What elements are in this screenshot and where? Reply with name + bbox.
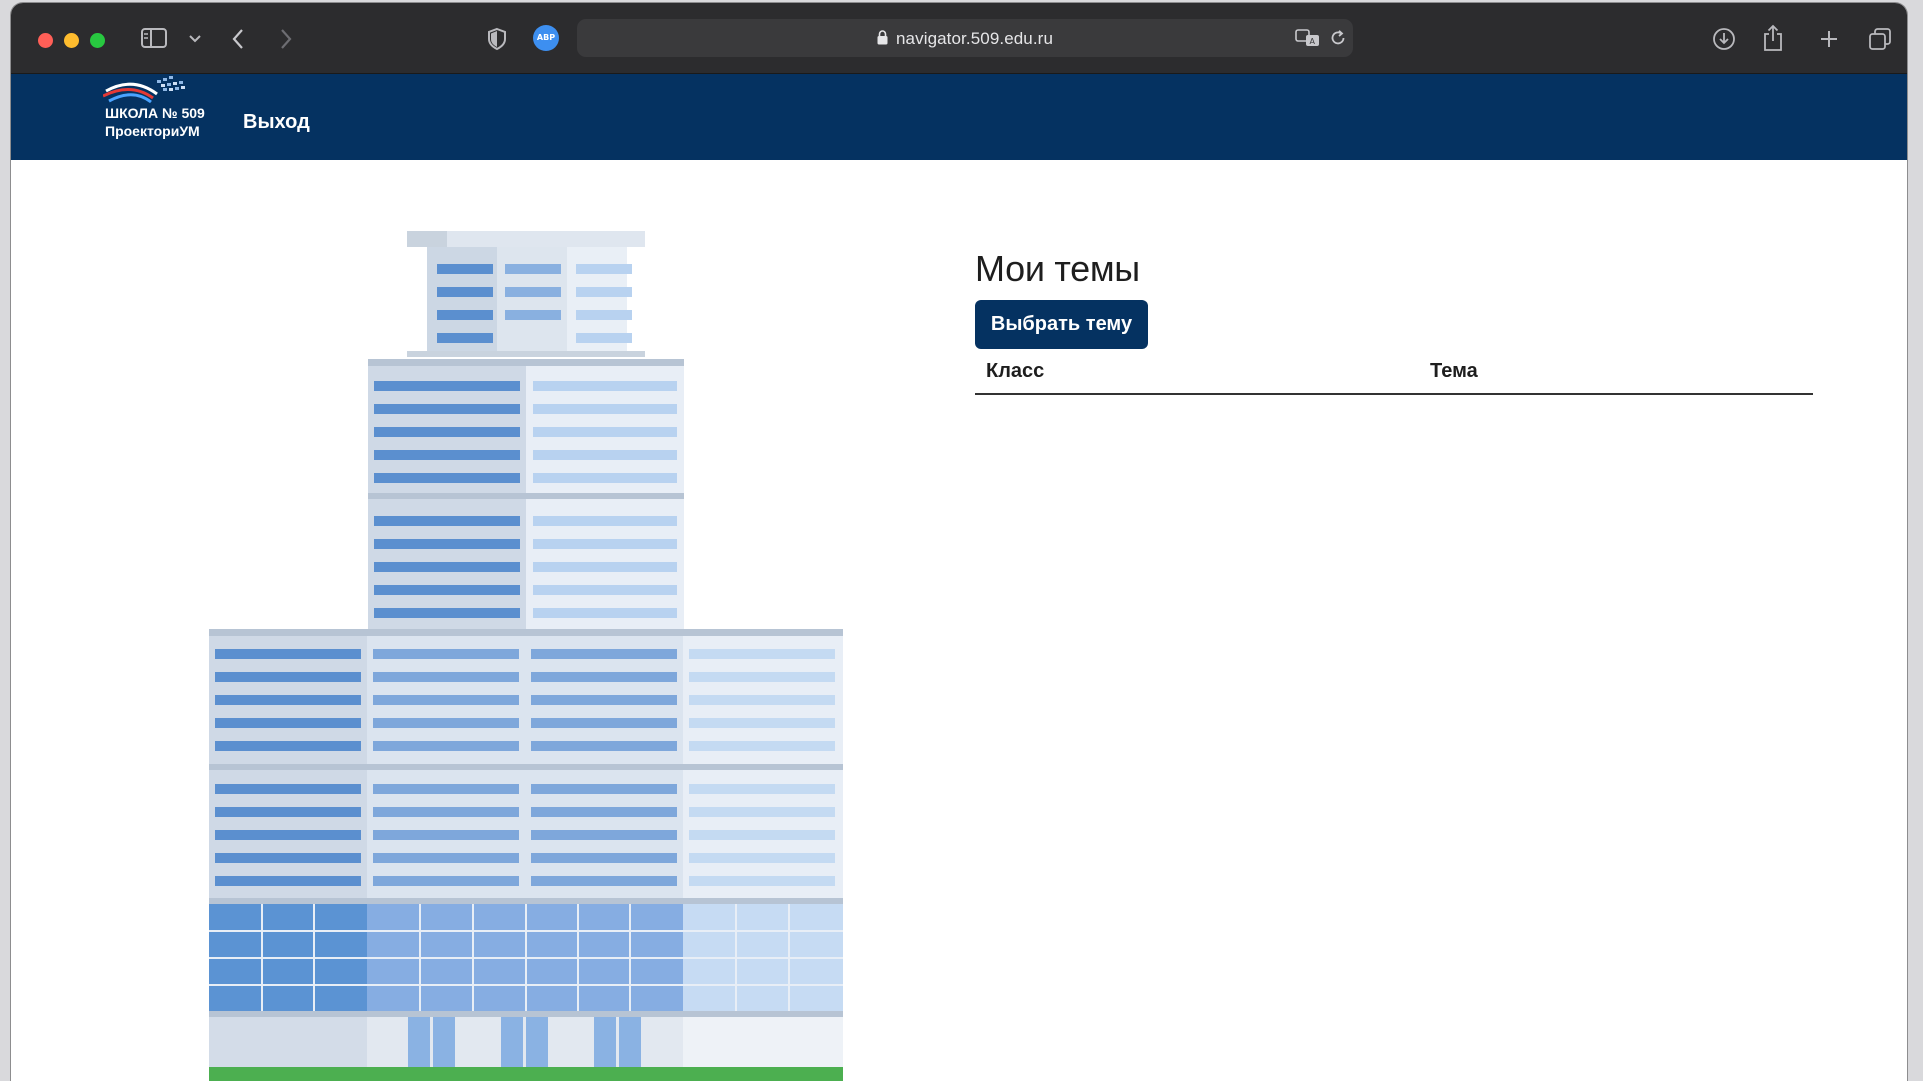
close-window-button[interactable] (38, 33, 53, 48)
forward-icon[interactable] (279, 28, 293, 50)
building-illustration (209, 231, 843, 1081)
column-header-topic[interactable]: Тема (1419, 352, 1813, 395)
reload-icon[interactable] (1329, 29, 1347, 47)
logo-line-school: ШКОЛА № 509 (105, 105, 205, 121)
lock-icon (877, 30, 888, 50)
translate-icon[interactable]: A (1295, 28, 1321, 48)
choose-topic-button[interactable]: Выбрать тему (975, 300, 1148, 349)
zoom-window-button[interactable] (90, 33, 105, 48)
sidebar-toggle-icon[interactable] (140, 27, 168, 49)
tab-overview-icon[interactable] (1868, 27, 1892, 51)
chevron-down-icon[interactable] (188, 34, 202, 44)
share-icon[interactable] (1762, 24, 1784, 52)
topics-table: Класс Тема (975, 352, 1813, 395)
column-header-class[interactable]: Класс (975, 352, 1419, 395)
svg-text:A: A (1310, 37, 1316, 46)
new-tab-icon[interactable] (1819, 29, 1839, 49)
browser-toolbar: ABP navigator.509.edu.ru A (11, 3, 1907, 74)
logo-text: ШКОЛА № 509 ПроекториУМ (105, 104, 205, 140)
downloads-icon[interactable] (1712, 27, 1736, 51)
my-topics-section: Мои темы Выбрать тему Класс Тема (975, 248, 1815, 395)
page-title: Мои темы (975, 248, 1140, 289)
logo-swoosh-icon (102, 76, 185, 104)
privacy-shield-icon[interactable] (487, 27, 507, 51)
back-icon[interactable] (231, 28, 245, 50)
minimize-window-button[interactable] (64, 33, 79, 48)
address-bar[interactable]: navigator.509.edu.ru A (577, 19, 1353, 57)
browser-window: ABP navigator.509.edu.ru A ШКОЛА № 509 П… (11, 3, 1907, 1081)
logout-link[interactable]: Выход (243, 111, 310, 134)
site-navbar: ШКОЛА № 509 ПроекториУМ Выход (11, 74, 1907, 160)
url-text: navigator.509.edu.ru (895, 29, 1053, 48)
table-header-row: Класс Тема (975, 352, 1813, 395)
logo-line-project: ПроекториУМ (105, 123, 200, 139)
adblock-extension-icon[interactable]: ABP (533, 25, 559, 51)
main-content: Мои темы Выбрать тему Класс Тема (11, 160, 1907, 1081)
